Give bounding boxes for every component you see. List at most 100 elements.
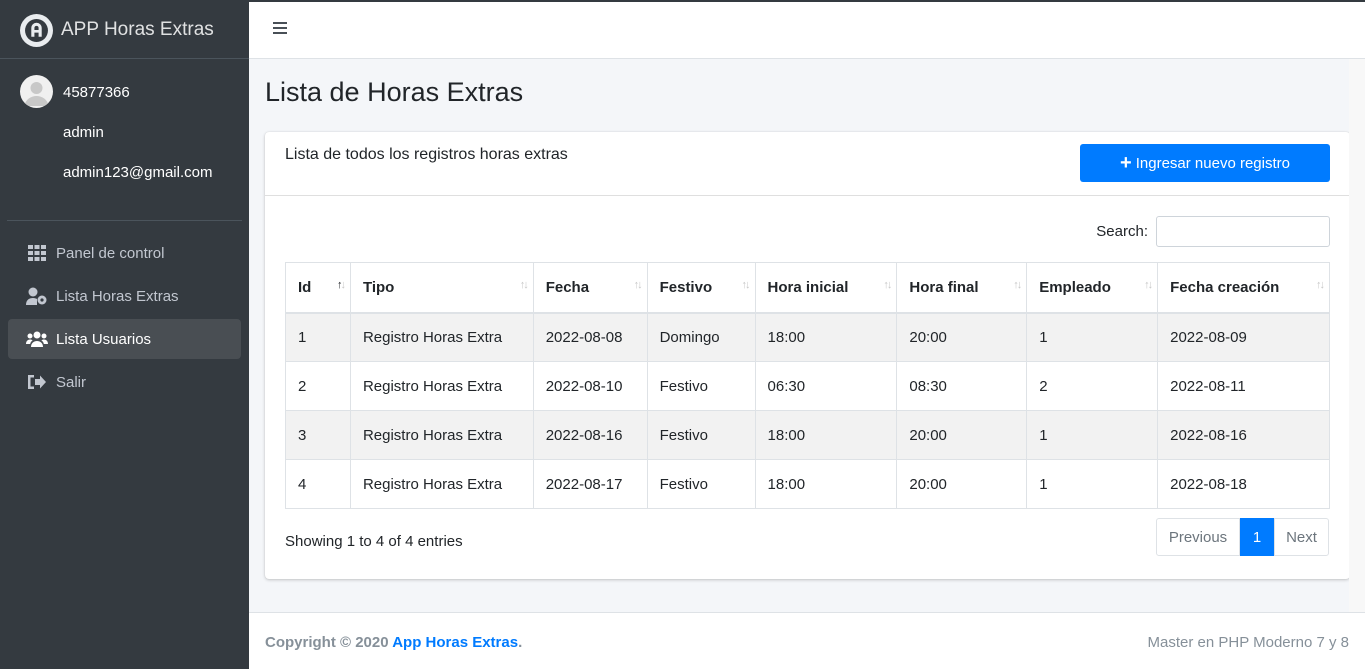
top-navbar xyxy=(249,2,1365,59)
column-header-festivo[interactable]: Festivo ↑↓ xyxy=(646,262,756,314)
cell-hora-inicial: 18:00 xyxy=(754,459,898,509)
sign-out-icon xyxy=(26,373,48,391)
column-header-hora-final[interactable]: Hora final ↑↓ xyxy=(896,262,1028,314)
previous-page-button[interactable]: Previous xyxy=(1156,518,1240,556)
column-header-label: Hora final xyxy=(909,278,979,296)
column-header-label: Hora inicial xyxy=(767,278,849,296)
user-role[interactable]: admin xyxy=(63,124,104,141)
copyright-text: Copyright © 2020 xyxy=(265,634,393,651)
table-row[interactable]: 2 Registro Horas Extra 2022-08-10 Festiv… xyxy=(285,361,1330,411)
sort-icon: ↑↓ xyxy=(883,279,892,291)
cell-id: 4 xyxy=(285,459,351,509)
column-header-fecha-creacion[interactable]: Fecha creación ↑↓ xyxy=(1157,262,1330,314)
table-header-row: Id ↑↓ Tipo ↑↓ Fecha ↑↓ Festivo ↑↓ Hora inici… xyxy=(285,262,1330,314)
sidebar-item-lista-usuarios[interactable]: Lista Usuarios xyxy=(8,319,241,359)
cell-empleado: 1 xyxy=(1026,312,1159,362)
user-panel: 45877366 admin admin123@gmail.com xyxy=(7,59,242,221)
cell-fecha-creacion: 2022-08-16 xyxy=(1157,410,1330,460)
cell-hora-final: 20:00 xyxy=(896,459,1028,509)
card-header: Lista de todos los registros horas extra… xyxy=(265,132,1350,196)
cell-empleado: 1 xyxy=(1026,459,1159,509)
cell-hora-inicial: 18:00 xyxy=(754,312,898,362)
search-label: Search: xyxy=(1096,223,1148,240)
column-header-label: Empleado xyxy=(1039,278,1111,296)
footer-version: Master en PHP Moderno 7 y 8 xyxy=(1147,634,1350,651)
plus-icon: + xyxy=(1120,152,1132,174)
sidebar-item-label: Salir xyxy=(56,373,87,391)
vertical-scrollbar[interactable] xyxy=(1349,59,1365,612)
sort-icon: ↑↓ xyxy=(1316,279,1325,291)
column-header-label: Tipo xyxy=(362,278,395,296)
brand-link[interactable]: APP Horas Extras xyxy=(0,2,249,59)
page-title: Lista de Horas Extras xyxy=(265,77,524,107)
sort-icon: ↑↓ xyxy=(741,279,751,291)
cell-fecha-creacion: 2022-08-11 xyxy=(1157,361,1330,411)
add-record-button[interactable]: + Ingresar nuevo registro xyxy=(1080,144,1330,182)
search-input[interactable] xyxy=(1156,216,1330,247)
records-table: Id ↑↓ Tipo ↑↓ Fecha ↑↓ Festivo ↑↓ Hora inici… xyxy=(285,262,1330,509)
hamburger-menu-icon[interactable] xyxy=(273,22,287,36)
cell-empleado: 2 xyxy=(1026,361,1159,411)
cell-fecha: 2022-08-16 xyxy=(532,410,648,460)
add-record-label: Ingresar nuevo registro xyxy=(1135,154,1290,172)
column-header-label: Id xyxy=(298,278,312,296)
sidebar-item-label: Panel de control xyxy=(56,244,165,262)
copyright-period: . xyxy=(518,634,523,651)
pagination: Previous 1 Next xyxy=(1156,518,1329,556)
cell-festivo: Festivo xyxy=(646,410,756,460)
footer-app-link[interactable]: App Horas Extras xyxy=(392,634,518,651)
cell-fecha: 2022-08-08 xyxy=(532,312,648,362)
cell-id: 2 xyxy=(285,361,351,411)
main-content: Lista de Horas Extras Lista de todos los… xyxy=(249,59,1365,612)
cell-hora-final: 08:30 xyxy=(896,361,1028,411)
cell-fecha: 2022-08-10 xyxy=(532,361,648,411)
sort-icon: ↑↓ xyxy=(1013,279,1022,291)
column-header-tipo[interactable]: Tipo ↑↓ xyxy=(349,262,534,314)
user-id[interactable]: 45877366 xyxy=(63,84,130,101)
cell-hora-inicial: 06:30 xyxy=(754,361,898,411)
sort-icon: ↑↓ xyxy=(633,279,643,291)
table-row[interactable]: 4 Registro Horas Extra 2022-08-17 Festiv… xyxy=(285,459,1330,509)
records-card: Lista de todos los registros horas extra… xyxy=(265,132,1350,579)
table-info: Showing 1 to 4 of 4 entries xyxy=(285,533,463,550)
sidebar-item-salir[interactable]: Salir xyxy=(8,362,241,402)
cell-id: 3 xyxy=(285,410,351,460)
column-header-label: Fecha creación xyxy=(1170,278,1280,296)
cell-fecha-creacion: 2022-08-18 xyxy=(1157,459,1330,509)
cell-festivo: Domingo xyxy=(646,312,756,362)
sidebar-item-label: Lista Usuarios xyxy=(56,330,152,348)
grid-icon xyxy=(26,244,48,262)
cell-id: 1 xyxy=(285,312,351,362)
cell-tipo: Registro Horas Extra xyxy=(349,410,534,460)
avatar[interactable] xyxy=(20,75,53,108)
cell-tipo: Registro Horas Extra xyxy=(349,459,534,509)
footer: Copyright © 2020 App Horas Extras. Maste… xyxy=(249,612,1365,669)
search-box: Search: xyxy=(1096,216,1330,247)
table-row[interactable]: 3 Registro Horas Extra 2022-08-16 Festiv… xyxy=(285,410,1330,460)
next-page-button[interactable]: Next xyxy=(1274,518,1329,556)
sidebar-nav: Panel de control Lista Horas Extras List… xyxy=(0,221,249,402)
sort-icon: ↑↓ xyxy=(1144,279,1153,291)
page-1-button[interactable]: 1 xyxy=(1240,518,1274,556)
column-header-id[interactable]: Id ↑↓ xyxy=(285,262,351,314)
card-title: Lista de todos los registros horas extra… xyxy=(285,146,568,163)
table-row[interactable]: 1 Registro Horas Extra 2022-08-08 Doming… xyxy=(285,312,1330,362)
user-email[interactable]: admin123@gmail.com xyxy=(63,164,212,181)
users-icon xyxy=(26,330,48,348)
sort-asc-icon: ↑↓ xyxy=(336,279,346,291)
column-header-empleado[interactable]: Empleado ↑↓ xyxy=(1026,262,1159,314)
column-header-label: Fecha xyxy=(545,278,590,296)
column-header-hora-inicial[interactable]: Hora inicial ↑↓ xyxy=(754,262,898,314)
app-logo-icon xyxy=(20,13,53,47)
cell-fecha: 2022-08-17 xyxy=(532,459,648,509)
user-cog-icon xyxy=(26,287,48,305)
cell-festivo: Festivo xyxy=(646,459,756,509)
sidebar-item-panel-de-control[interactable]: Panel de control xyxy=(8,233,241,273)
cell-tipo: Registro Horas Extra xyxy=(349,312,534,362)
cell-hora-final: 20:00 xyxy=(896,312,1028,362)
cell-hora-inicial: 18:00 xyxy=(754,410,898,460)
cell-tipo: Registro Horas Extra xyxy=(349,361,534,411)
sidebar-item-lista-horas-extras[interactable]: Lista Horas Extras xyxy=(8,276,241,316)
column-header-fecha[interactable]: Fecha ↑↓ xyxy=(532,262,648,314)
sidebar-item-label: Lista Horas Extras xyxy=(56,287,179,305)
